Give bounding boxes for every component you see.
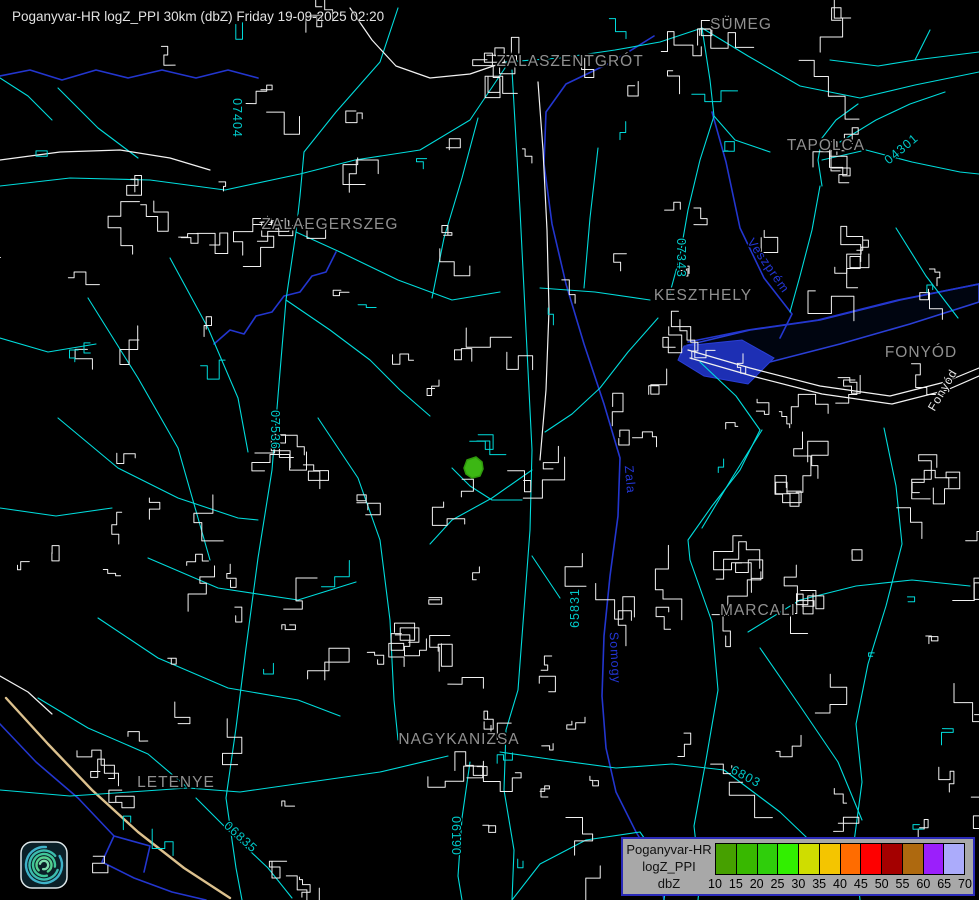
- legend-tick-label: 20: [750, 877, 764, 891]
- city-label: SÜMEG: [710, 15, 772, 33]
- settlement-outlines: [0, 0, 979, 900]
- county-label: Zala: [622, 465, 638, 494]
- county-label: Somogy: [607, 632, 624, 685]
- legend-tick-label: 40: [833, 877, 847, 891]
- city-label: MARCALI: [720, 602, 796, 619]
- legend-tick-label: 25: [771, 877, 785, 891]
- city-label: LETENYE: [137, 774, 215, 791]
- legend-color-cell: [757, 843, 779, 875]
- met-spiral-logo: [20, 841, 68, 889]
- legend-color-cell: [736, 843, 758, 875]
- road-number-label: 07343: [674, 238, 688, 278]
- legend-color-cell: [840, 843, 862, 875]
- radar-title: Poganyvar-HR logZ_PPI 30km (dbZ) Friday …: [12, 9, 384, 24]
- legend-color-cell: [943, 843, 965, 875]
- legend-color-cell: [715, 843, 737, 875]
- legend-tick-label: 10: [708, 877, 722, 891]
- legend-color-cell: [777, 843, 799, 875]
- city-label: ZALASZENTGRÓT: [496, 53, 643, 70]
- legend-tick-label: 65: [937, 877, 951, 891]
- road-number-label: 06835: [221, 819, 260, 856]
- legend-color-cell: [902, 843, 924, 875]
- radar-map-canvas: ZALASZENTGRÓT SÜMEG TAPOLCA ZALAEGERSZEG KES…: [0, 0, 979, 900]
- legend-color-cell: [923, 843, 945, 875]
- major-roads-railways: [0, 8, 979, 714]
- color-scale-legend: Poganyvar-HR logZ_PPI dbZ 10 15 20 25 30 35 40…: [621, 837, 975, 896]
- legend-color-cell: [798, 843, 820, 875]
- city-label: TAPOLCA: [787, 137, 865, 154]
- legend-color-cell: [819, 843, 841, 875]
- city-label: NAGYKANIZSA: [398, 731, 519, 748]
- railway-station-label: Fonyód: [925, 367, 960, 414]
- legend-text: Poganyvar-HR logZ_PPI dbZ: [623, 839, 715, 894]
- rivers-boundaries: [0, 36, 979, 900]
- legend-product: logZ_PPI: [623, 859, 715, 876]
- road-number-label: 07404: [230, 98, 244, 138]
- legend-tick-label: 35: [812, 877, 826, 891]
- road-number-label: 65831: [568, 588, 582, 628]
- legend-tick-label: 15: [729, 877, 743, 891]
- legend-unit: dbZ: [623, 876, 715, 893]
- legend-tick-label: 70: [958, 877, 972, 891]
- road-number-label: 04301: [882, 131, 921, 167]
- legend-tick-label: 45: [854, 877, 868, 891]
- map-labels: ZALASZENTGRÓT SÜMEG TAPOLCA ZALAEGERSZEG KES…: [137, 15, 960, 856]
- legend-tick-label: 55: [896, 877, 910, 891]
- city-label: KESZTHELY: [654, 287, 752, 304]
- road-number-label: 06190: [449, 816, 463, 856]
- legend-station: Poganyvar-HR: [623, 842, 715, 859]
- legend-tick-label: 30: [791, 877, 805, 891]
- city-label: ZALAEGERSZEG: [262, 216, 399, 233]
- legend-cells: [715, 843, 965, 875]
- city-label: FONYÓD: [885, 344, 957, 361]
- legend-tick-label: 60: [916, 877, 930, 891]
- road-number-label: 07536: [268, 410, 282, 450]
- radar-echo: [464, 457, 483, 478]
- radar-display: ZALASZENTGRÓT SÜMEG TAPOLCA ZALAEGERSZEG KES…: [0, 0, 979, 900]
- legend-color-cell: [860, 843, 882, 875]
- legend-ticks: 10152025303540455055606570: [715, 877, 965, 893]
- legend-color-bar: 10152025303540455055606570: [715, 839, 965, 894]
- legend-tick-label: 50: [875, 877, 889, 891]
- legend-color-cell: [881, 843, 903, 875]
